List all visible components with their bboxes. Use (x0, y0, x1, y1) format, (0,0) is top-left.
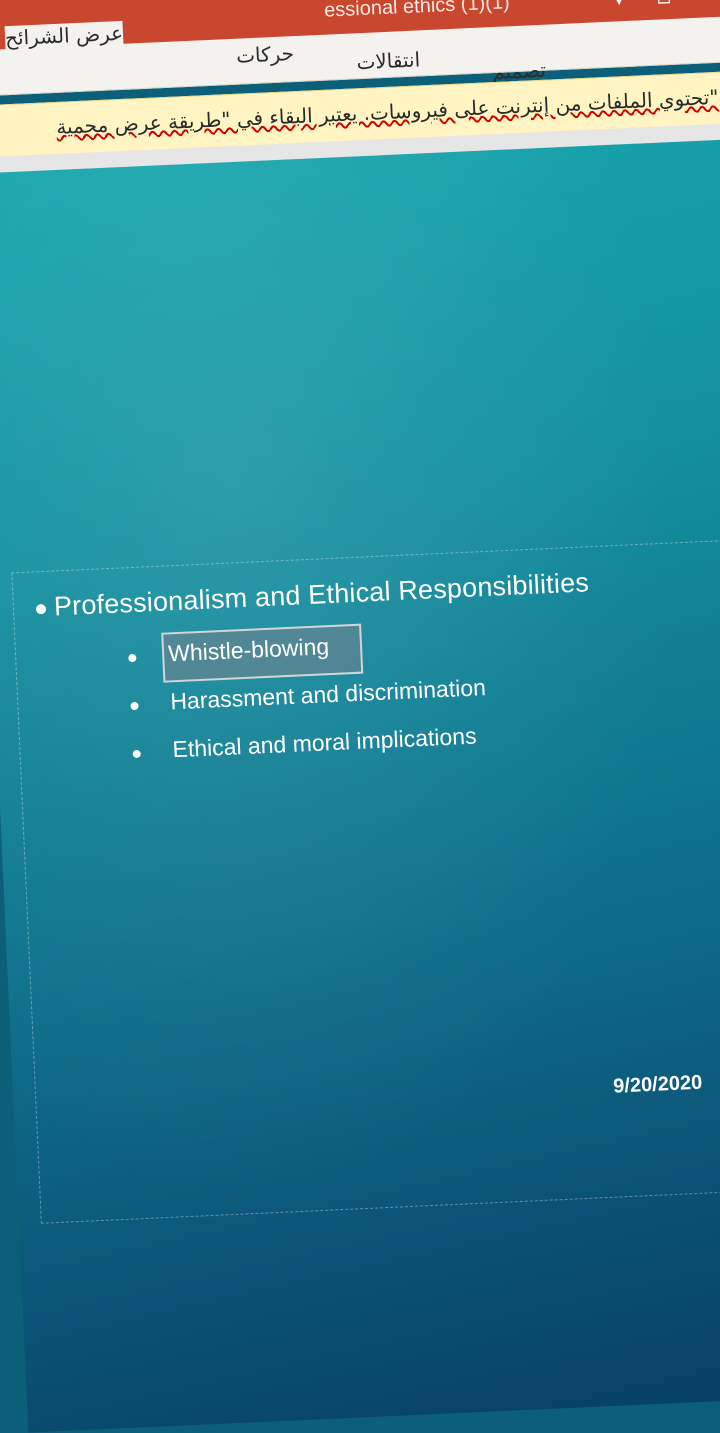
slide[interactable]: Professionalism and Ethical Responsibili… (0, 136, 720, 1433)
slide-heading-bullet[interactable]: Professionalism and Ethical Responsibili… (53, 567, 589, 622)
bullet-icon (128, 653, 137, 663)
screen: essional ethics (1)(1) ▾ ⊡ عرض الشرائح ح… (0, 0, 720, 1433)
list-item-harassment[interactable]: Harassment and discrimination (170, 674, 487, 715)
quick-access-dropdown-icon[interactable]: ▾ (603, 0, 634, 15)
bullet-icon (132, 749, 141, 759)
bullet-icon (130, 701, 139, 711)
ribbon-display-options-icon[interactable]: ⊡ (648, 0, 679, 13)
document-title: essional ethics (1)(1) (323, 0, 511, 22)
tab-transitions[interactable]: انتقالات (356, 47, 421, 74)
tab-animations[interactable]: حركات (236, 41, 295, 68)
bullet-icon (35, 603, 47, 615)
slide-date[interactable]: 9/20/2020 (613, 1072, 703, 1099)
list-item-ethical-implications[interactable]: Ethical and moral implications (172, 723, 477, 764)
content-placeholder[interactable]: Professionalism and Ethical Responsibili… (11, 536, 720, 1224)
